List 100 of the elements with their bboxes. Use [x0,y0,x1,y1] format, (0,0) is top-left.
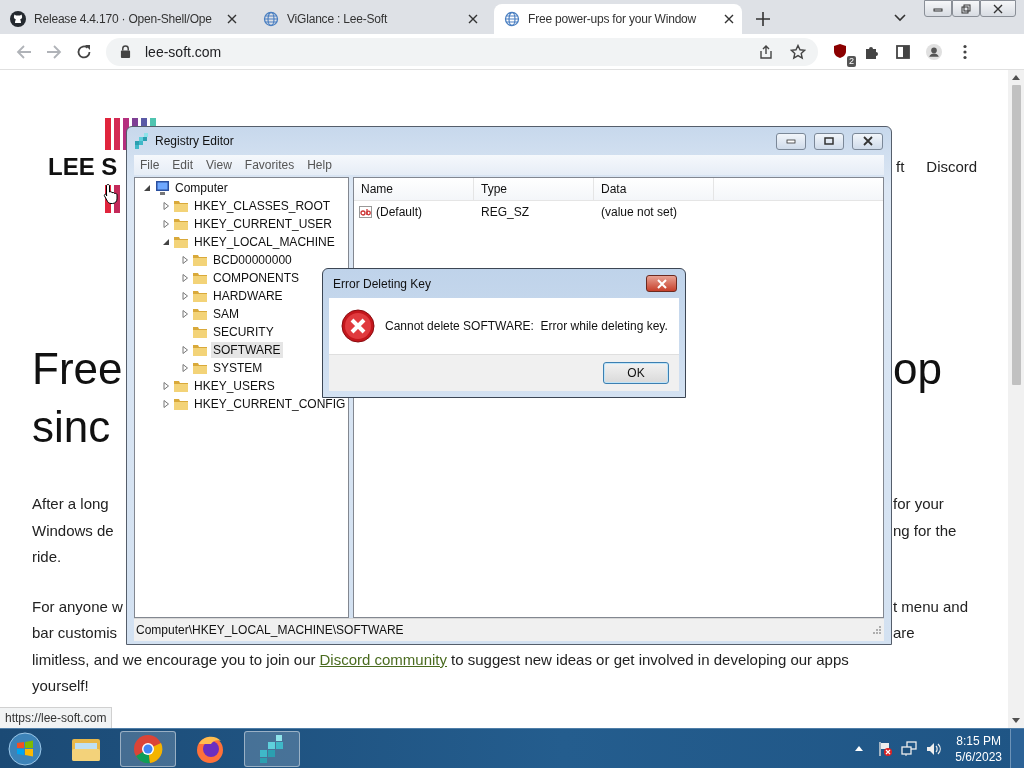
folder-icon [173,378,189,394]
close-icon[interactable] [724,14,734,24]
clock[interactable]: 8:15 PM 5/6/2023 [955,732,1002,765]
folder-icon [192,270,208,286]
tree-item[interactable]: SOFTWARE [211,342,283,358]
expanded-icon[interactable] [162,238,170,246]
column-header[interactable]: Data [594,178,714,200]
taskbar-button[interactable] [120,730,176,767]
value-data: (value not set) [600,205,679,219]
scroll-down-icon[interactable] [1012,718,1020,723]
folder-icon [173,396,189,412]
tree-item[interactable]: HKEY_CURRENT_CONFIG [192,396,348,412]
address-bar[interactable]: lee-soft.com [106,37,818,66]
shield-icon[interactable] [832,42,848,59]
close-icon[interactable] [468,14,478,24]
heading-text: op [893,344,942,393]
tree-item[interactable]: HKEY_LOCAL_MACHINE [192,234,337,250]
maximize-button[interactable] [814,132,844,150]
tree-item[interactable]: Computer [173,180,230,196]
close-button[interactable] [646,275,677,292]
close-icon [862,136,873,146]
scrollbar[interactable] [1008,70,1024,728]
computer-icon [154,180,170,196]
collapsed-icon[interactable] [181,256,189,264]
close-icon [656,278,667,289]
resize-grip-icon[interactable] [872,625,882,635]
menu-item[interactable]: File [140,158,160,172]
nav-link[interactable]: ft [896,158,905,175]
collapsed-icon[interactable] [162,202,170,210]
collapsed-icon[interactable] [181,364,189,372]
cat-logo-icon [10,11,26,27]
discord-link[interactable]: Discord community [319,646,448,673]
collapsed-icon[interactable] [181,292,189,300]
menu-item[interactable]: View [206,158,232,172]
close-icon [993,3,1003,14]
scroll-thumb[interactable] [1011,85,1021,385]
dialog-title: Error Deleting Key [333,276,432,291]
paragraph-text: Windows de [32,521,114,539]
browser-tab[interactable]: ViGlance : Lee-Soft [253,4,486,34]
close-button[interactable] [852,132,883,150]
reload-icon[interactable] [76,43,92,60]
tree-item[interactable]: COMPONENTS [211,270,301,286]
collapsed-icon[interactable] [162,220,170,228]
collapsed-icon[interactable] [162,400,170,408]
globe-icon [504,11,520,27]
minimize-button[interactable] [776,132,806,150]
tree-item[interactable]: HARDWARE [211,288,285,304]
tree-item[interactable]: SYSTEM [211,360,265,376]
paragraph-text: For anyone w [32,597,123,615]
folder-icon [192,252,208,268]
tree-item[interactable]: SECURITY [211,324,276,340]
tab-title: Free power-ups for your Window [528,12,698,26]
tree-item[interactable]: HKEY_CLASSES_ROOT [192,198,333,214]
network-icon[interactable] [901,740,918,757]
tab-title: ViGlance : Lee-Soft [287,12,389,26]
lock-icon [120,45,131,58]
paragraph-text: for your [893,495,944,512]
flag-icon[interactable] [877,740,894,757]
browser-tab[interactable]: Free power-ups for your Window [494,4,742,34]
paragraph-text: ride. [32,548,62,565]
scroll-up-icon[interactable] [1012,75,1020,80]
side-panel-icon[interactable] [895,43,911,60]
column-header[interactable]: Type [474,178,594,200]
folder-icon [173,216,189,232]
menu-item[interactable]: Favorites [244,158,295,172]
tree-item[interactable]: HKEY_CURRENT_USER [192,216,335,232]
string-value-icon [359,205,373,219]
collapsed-icon[interactable] [181,274,189,282]
taskbar-button[interactable] [244,730,300,767]
collapsed-icon[interactable] [181,310,189,318]
extension-badge: 2 [847,55,856,67]
chevron-down-icon[interactable] [894,14,906,22]
show-hidden-icon[interactable] [855,746,864,751]
profile-icon[interactable] [926,43,942,60]
close-icon[interactable] [227,14,237,24]
minimize-button[interactable] [924,0,952,17]
folder-icon [192,324,208,340]
share-icon[interactable] [758,43,774,60]
tree-item[interactable]: SAM [211,306,241,322]
logo-text[interactable]: LEE S [48,150,118,184]
tab-title: Release 4.4.170 · Open-Shell/Ope [34,12,213,26]
tree-item[interactable]: BCD00000000 [211,252,294,268]
star-icon[interactable] [790,43,806,60]
error-message: Cannot delete SOFTWARE: Error while deleting key. [385,319,668,333]
new-tab-icon[interactable] [756,12,770,26]
nav-link[interactable]: Discord [926,158,978,175]
column-header[interactable]: Name [354,178,474,200]
tree-item[interactable]: HKEY_USERS [192,378,277,394]
folder-icon [173,198,189,214]
paragraph-text: limitless, and we encourage you to join our [32,649,316,670]
menu-item[interactable]: Help [307,158,332,172]
restore-button[interactable] [952,0,980,17]
browser-tab[interactable]: Release 4.4.170 · Open-Shell/Ope [0,4,245,34]
collapsed-icon[interactable] [181,346,189,354]
value-name[interactable]: (Default) [376,205,422,219]
close-button[interactable] [980,0,1016,17]
collapsed-icon[interactable] [162,382,170,390]
expanded-icon[interactable] [143,184,151,192]
menu-item[interactable]: Edit [172,158,194,172]
ok-button[interactable]: OK [603,362,669,384]
